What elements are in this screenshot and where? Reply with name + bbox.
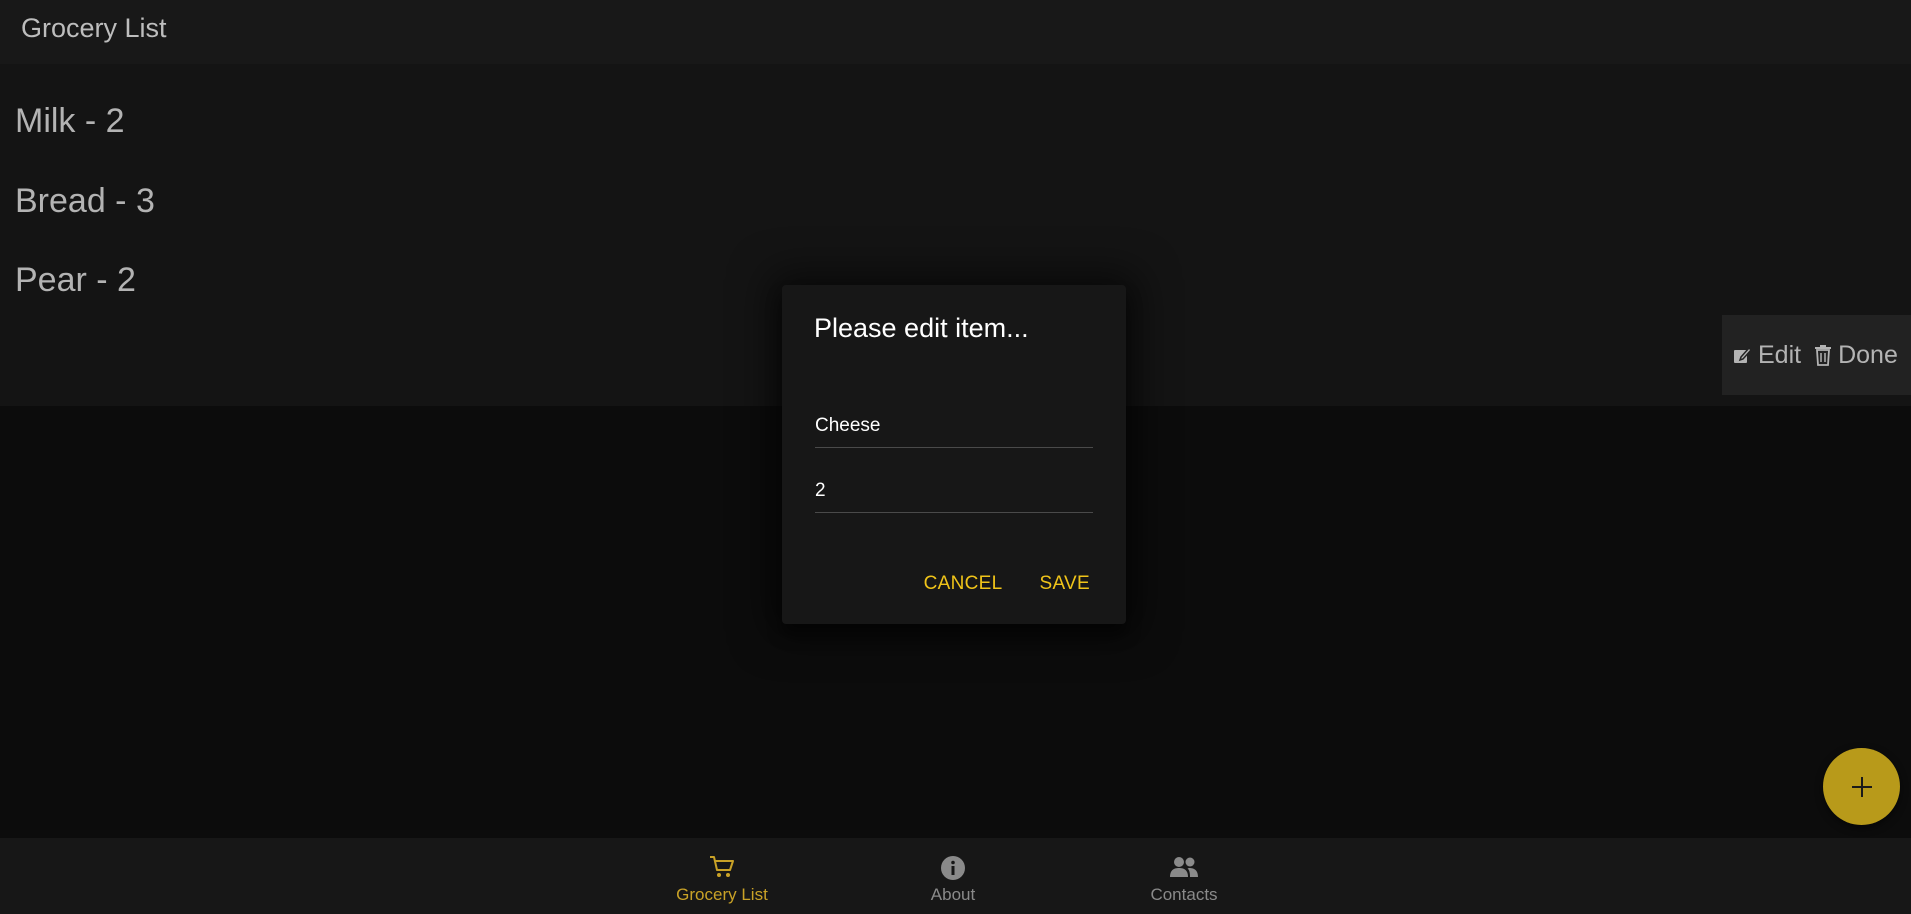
info-icon <box>941 856 965 880</box>
tab-label: About <box>930 885 976 904</box>
bottom-navigation: Grocery List About Contacts <box>0 838 1911 914</box>
list-item[interactable]: Milk - 2 <box>15 101 125 141</box>
cancel-button[interactable]: CANCEL <box>924 573 1003 595</box>
done-label: Done <box>1838 340 1898 369</box>
cart-icon <box>710 856 734 877</box>
people-icon <box>1170 857 1198 877</box>
swipe-actions: Edit Done <box>1722 315 1911 395</box>
plus-icon <box>1851 776 1872 797</box>
tab-label: Grocery List <box>676 885 768 904</box>
app-header: Grocery List <box>0 0 1911 64</box>
edit-item-dialog: Please edit item... CANCEL SAVE <box>782 285 1126 624</box>
dialog-actions: CANCEL SAVE <box>924 573 1090 595</box>
save-button[interactable]: SAVE <box>1040 573 1090 595</box>
edit-icon <box>1734 346 1752 363</box>
done-button[interactable]: Done <box>1814 341 1898 370</box>
item-name-field[interactable] <box>815 407 1093 445</box>
dialog-title: Please edit item... <box>814 313 1029 343</box>
list-item[interactable]: Pear - 2 <box>15 260 136 300</box>
trash-icon <box>1815 345 1832 366</box>
edit-button[interactable]: Edit <box>1732 341 1801 370</box>
app-root: Grocery List Milk - 2 Bread - 3 Pear - 2… <box>0 0 1911 914</box>
tab-contacts[interactable]: Contacts <box>1104 838 1264 914</box>
item-name-field-container <box>815 407 1093 448</box>
tab-about[interactable]: About <box>873 838 1033 914</box>
edit-label: Edit <box>1758 340 1802 369</box>
item-quantity-field[interactable] <box>815 472 1093 510</box>
add-item-button[interactable] <box>1823 748 1900 825</box>
tab-label: Contacts <box>1150 885 1218 904</box>
list-item[interactable]: Bread - 3 <box>15 181 155 221</box>
page-title: Grocery List <box>21 13 167 43</box>
item-quantity-field-container <box>815 472 1093 513</box>
tab-grocery-list[interactable]: Grocery List <box>642 838 802 914</box>
